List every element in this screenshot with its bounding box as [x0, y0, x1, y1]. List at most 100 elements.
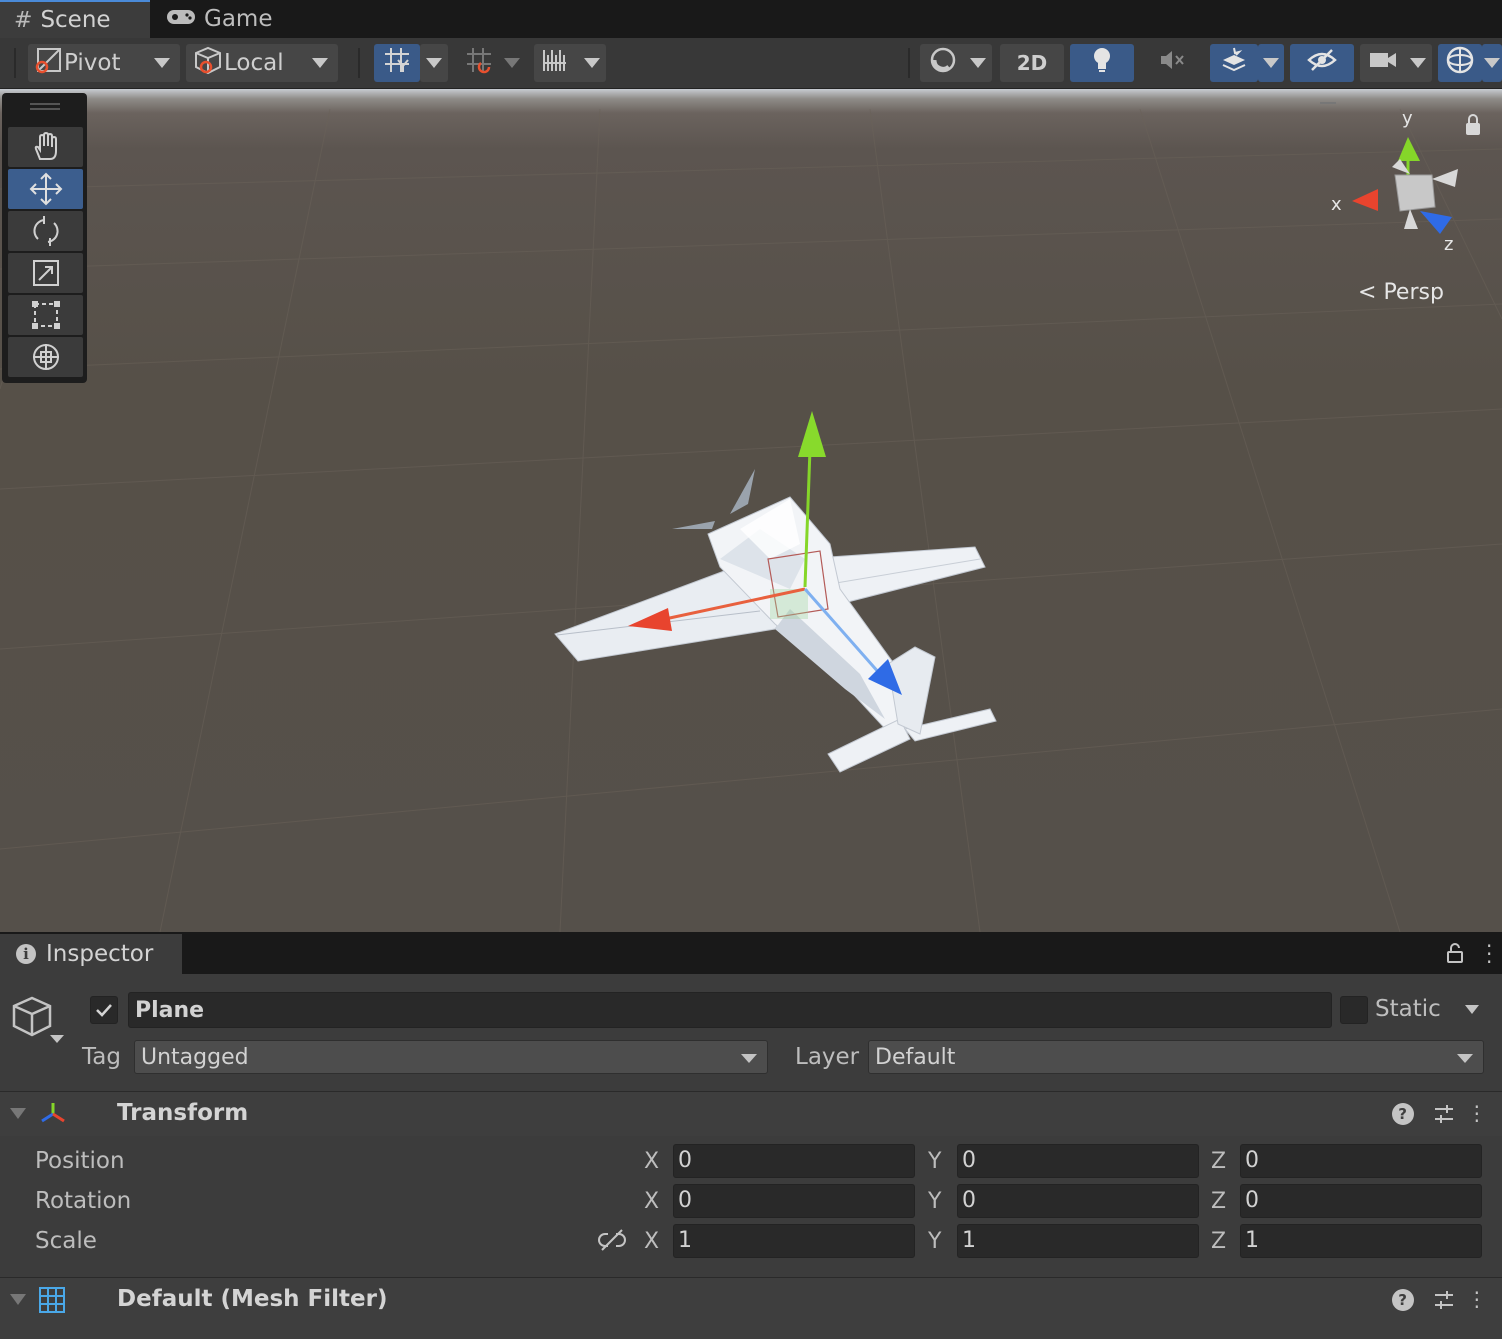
gameobject-cube-icon[interactable] [10, 994, 56, 1040]
static-dropdown-icon[interactable] [1465, 1005, 1479, 1014]
ruler-dropdown[interactable] [534, 44, 606, 82]
mesh-filter-header[interactable]: Default (Mesh Filter) ? · · · [0, 1277, 1502, 1339]
axis-x-label[interactable]: X [644, 1149, 659, 1174]
drag-handle[interactable] [30, 103, 60, 105]
info-icon: i [16, 944, 36, 964]
grid-snap-dropdown[interactable] [420, 44, 448, 82]
lock-icon[interactable] [1466, 123, 1480, 135]
hand-tool-button[interactable] [8, 127, 83, 167]
tab-scene[interactable]: # Scene [0, 0, 150, 38]
chevron-down-icon [1457, 1054, 1473, 1063]
foldout-arrow-icon[interactable] [10, 1294, 26, 1305]
position-y-field[interactable]: 0 [957, 1144, 1199, 1178]
rect-tool-button[interactable] [8, 295, 83, 335]
active-checkbox[interactable] [90, 996, 118, 1024]
effects-icon [1220, 46, 1248, 80]
gizmos-icon [1445, 45, 1475, 81]
projection-toggle[interactable]: < Persp [1358, 280, 1444, 305]
transform-icon [32, 344, 59, 370]
help-icon[interactable]: ? [1391, 1103, 1414, 1125]
chevron-down-icon [970, 58, 986, 68]
axis-y-label[interactable]: Y [928, 1229, 941, 1254]
static-label: Static [1375, 996, 1441, 1022]
mode-2d-toggle[interactable]: 2D [1000, 44, 1064, 82]
mode-2d-label: 2D [1016, 51, 1048, 75]
scale-z-field[interactable]: 1 [1240, 1224, 1482, 1258]
more-options-icon[interactable]: · · · [1486, 936, 1492, 972]
gizmo-x-label: x [1331, 194, 1342, 215]
chevron-down-icon [1263, 58, 1279, 68]
local-label: Local [224, 50, 284, 76]
axis-z-label[interactable]: Z [1211, 1149, 1226, 1174]
chevron-down-icon [154, 58, 170, 68]
shading-mode-icon [928, 45, 958, 81]
static-checkbox[interactable] [1340, 996, 1368, 1024]
scene-grid-icon: # [14, 7, 33, 33]
effects-dropdown[interactable] [1258, 44, 1284, 82]
link-icon[interactable] [598, 1228, 626, 1252]
move-icon [29, 172, 62, 206]
hidden-objects-toggle[interactable] [1290, 44, 1354, 82]
orientation-gizmo[interactable]: x y z [1320, 102, 1480, 255]
hidden-objects-icon [1307, 47, 1337, 79]
scale-x-field[interactable]: 1 [673, 1224, 915, 1258]
camera-dropdown[interactable] [1360, 44, 1432, 82]
axis-z-label[interactable]: Z [1211, 1189, 1226, 1214]
preset-sliders-icon[interactable] [1432, 1102, 1456, 1126]
lock-icon[interactable] [1446, 942, 1464, 964]
more-options-icon[interactable]: · · · [1474, 1097, 1480, 1131]
scale-tool-button[interactable] [8, 253, 83, 293]
toolbar-separator [14, 48, 16, 78]
axis-y-label[interactable]: Y [928, 1189, 941, 1214]
axis-x-label[interactable]: X [644, 1189, 659, 1214]
preset-sliders-icon[interactable] [1432, 1288, 1456, 1312]
position-z-field[interactable]: 0 [1240, 1144, 1482, 1178]
scale-y-field[interactable]: 1 [957, 1224, 1199, 1258]
grid-snap-icon [382, 45, 412, 81]
chevron-down-icon [312, 58, 328, 68]
help-icon[interactable]: ? [1391, 1289, 1414, 1311]
audio-toggle[interactable] [1140, 44, 1204, 82]
lighting-toggle[interactable] [1070, 44, 1134, 82]
camera-icon [1368, 48, 1398, 78]
chevron-down-icon[interactable] [50, 1035, 64, 1043]
increment-snap-toggle[interactable] [458, 44, 526, 82]
local-dropdown[interactable]: Local [186, 44, 338, 82]
tab-game[interactable]: Game [152, 0, 282, 38]
chevron-down-icon [584, 58, 600, 68]
inspector-header: · · · [0, 932, 1502, 974]
more-options-icon[interactable]: · · · [1474, 1283, 1480, 1317]
move-tool-button[interactable] [8, 169, 83, 209]
gizmos-dropdown[interactable] [1482, 44, 1502, 82]
scale-label: Scale [35, 1228, 97, 1254]
chevron-down-icon [741, 1054, 757, 1063]
rotation-z-field[interactable]: 0 [1240, 1184, 1482, 1218]
rotation-y-field[interactable]: 0 [957, 1184, 1199, 1218]
pivot-dropdown[interactable]: Pivot [28, 44, 180, 82]
axis-z-label[interactable]: Z [1211, 1229, 1226, 1254]
rotation-x-field[interactable]: 0 [673, 1184, 915, 1218]
shading-mode-dropdown[interactable] [920, 44, 992, 82]
transform-title: Transform [117, 1100, 249, 1126]
airplane-model[interactable] [554, 469, 997, 773]
axis-x-label[interactable]: X [644, 1229, 659, 1254]
scene-viewport[interactable]: x y z < Persp [0, 89, 1502, 932]
rotate-tool-button[interactable] [8, 211, 83, 251]
object-name-field[interactable]: Plane [128, 992, 1332, 1028]
transform-header[interactable]: Transform ? · · · [0, 1091, 1502, 1136]
persp-label: Persp [1383, 280, 1444, 305]
grid-snap-toggle[interactable] [374, 44, 420, 82]
transform-tool-button[interactable] [8, 337, 83, 377]
foldout-arrow-icon[interactable] [10, 1108, 26, 1119]
gizmos-toggle[interactable] [1438, 44, 1482, 82]
axis-y-label[interactable]: Y [928, 1149, 941, 1174]
transform-header-icons: ? · · · [1391, 1097, 1480, 1131]
tab-inspector[interactable]: i Inspector [0, 934, 182, 974]
tag-dropdown[interactable]: Untagged [134, 1040, 768, 1074]
y-arrow-icon[interactable] [798, 411, 826, 457]
effects-toggle[interactable] [1210, 44, 1258, 82]
layer-dropdown[interactable]: Default [868, 1040, 1484, 1074]
position-x-field[interactable]: 0 [673, 1144, 915, 1178]
increment-snap-icon [464, 45, 494, 81]
inspector-tab-label: Inspector [46, 941, 154, 967]
